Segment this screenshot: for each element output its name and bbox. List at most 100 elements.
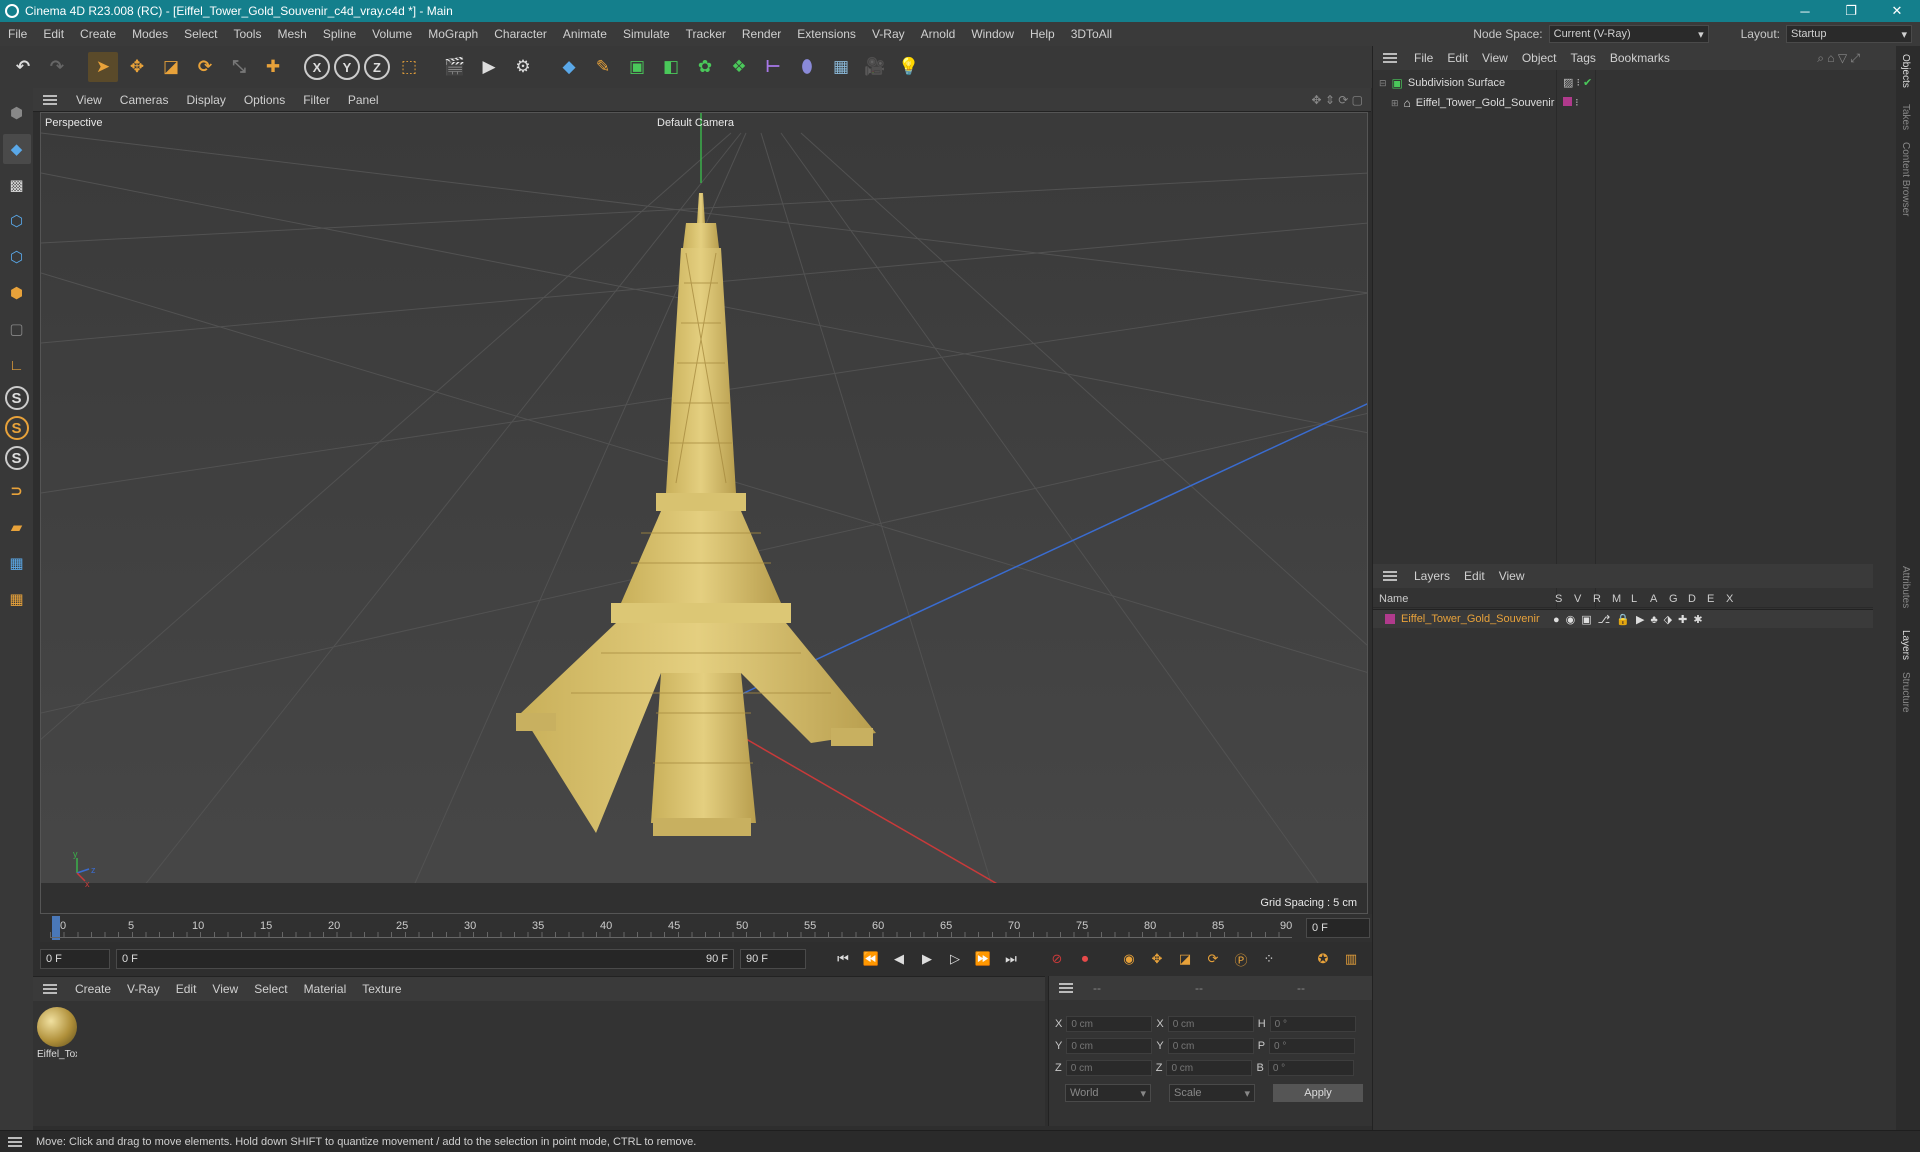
menu-simulate[interactable]: Simulate: [615, 27, 678, 41]
apply-button[interactable]: Apply: [1273, 1084, 1363, 1102]
menu-modes[interactable]: Modes: [124, 27, 176, 41]
objects-menu-file[interactable]: File: [1407, 51, 1440, 65]
layer-toggle-icons[interactable]: ●◉▣⎇🔒▶♣⬗✚✱: [1553, 613, 1709, 626]
polygons-mode-icon[interactable]: ⬢: [3, 278, 31, 308]
end-frame-field[interactable]: 90 F: [740, 949, 806, 969]
material-menu-texture[interactable]: Texture: [354, 982, 409, 996]
current-frame-field[interactable]: 0 F: [1306, 918, 1370, 938]
camera-label[interactable]: Default Camera: [657, 117, 734, 129]
menu-select[interactable]: Select: [176, 27, 225, 41]
move-icon[interactable]: ✥: [122, 52, 152, 82]
start-frame-field[interactable]: 0 F: [40, 949, 110, 969]
material-swatch[interactable]: Eiffel_Tox: [37, 1007, 77, 1060]
rotation-p-field[interactable]: 0 °: [1269, 1038, 1356, 1054]
tab-takes[interactable]: Takes: [1900, 104, 1911, 130]
key-param-icon[interactable]: Ⓟ: [1230, 948, 1252, 970]
object-row-eiffel[interactable]: ⊞ ⌂ Eiffel_Tower_Gold_Souvenir: [1391, 96, 1554, 110]
menu-volume[interactable]: Volume: [364, 27, 420, 41]
layer-manager-menu-icon[interactable]: [1383, 571, 1397, 581]
autokey-icon[interactable]: ⏺: [1074, 948, 1096, 970]
next-frame-icon[interactable]: ▷: [944, 948, 966, 970]
size-mode-dropdown[interactable]: Scale ▾: [1169, 1084, 1255, 1102]
viewport-menu-display[interactable]: Display: [177, 93, 234, 107]
preview-range-slider[interactable]: 0 F 90 F: [116, 949, 734, 969]
menu-file[interactable]: File: [0, 27, 35, 41]
pen-icon[interactable]: ✎: [588, 52, 618, 82]
material-menu-vray[interactable]: V-Ray: [119, 982, 168, 996]
viewport-menu-view[interactable]: View: [67, 93, 111, 107]
material-menu-view[interactable]: View: [204, 982, 246, 996]
menu-help[interactable]: Help: [1022, 27, 1063, 41]
camera-icon[interactable]: 🎥: [860, 52, 890, 82]
tab-objects[interactable]: Objects: [1900, 54, 1911, 88]
rotate-icon[interactable]: ⟳: [190, 52, 220, 82]
node-space-dropdown[interactable]: Current (V-Ray) ▾: [1548, 25, 1709, 43]
status-menu-icon[interactable]: [8, 1136, 22, 1147]
object-manager-tools-icons[interactable]: ⌕ ⌂ ▽ ⤢: [1817, 51, 1860, 66]
render-picture-viewer-icon[interactable]: ▶: [474, 52, 504, 82]
motion-system-icon[interactable]: ✪: [1312, 948, 1334, 970]
record-icon[interactable]: ⊘: [1046, 948, 1068, 970]
quantize-icon[interactable]: S: [4, 446, 29, 470]
viewport-nav-icons[interactable]: ✥ ⇕ ⟳ ▢: [1311, 93, 1363, 107]
menu-tools[interactable]: Tools: [225, 27, 269, 41]
rotation-b-field[interactable]: 0 °: [1267, 1060, 1354, 1076]
material-menu-icon[interactable]: [43, 984, 57, 994]
object-manager-menu-icon[interactable]: [1383, 53, 1397, 63]
material-menu-create[interactable]: Create: [67, 982, 119, 996]
material-menu-select[interactable]: Select: [246, 982, 295, 996]
expand-toggle-icon[interactable]: ⊞: [1391, 98, 1399, 109]
light-icon[interactable]: 💡: [894, 52, 924, 82]
render-settings-icon[interactable]: ⚙: [508, 52, 538, 82]
object-row-subdivision[interactable]: ⊟ ▣ Subdivision Surface: [1379, 76, 1505, 90]
layer-row[interactable]: Eiffel_Tower_Gold_Souvenir ●◉▣⎇🔒▶♣⬗✚✱: [1373, 610, 1873, 628]
close-button[interactable]: ✕: [1874, 0, 1920, 22]
material-menu-material[interactable]: Material: [296, 982, 355, 996]
goto-start-icon[interactable]: ⏮: [832, 948, 854, 970]
layers-menu-view[interactable]: View: [1492, 569, 1532, 583]
layers-menu-layers[interactable]: Layers: [1407, 569, 1457, 583]
layer-color-swatch[interactable]: [1385, 614, 1395, 624]
menu-3dtoall[interactable]: 3DToAll: [1063, 27, 1120, 41]
position-x-field[interactable]: 0 cm: [1066, 1016, 1153, 1032]
cube-icon[interactable]: ◆: [554, 52, 584, 82]
render-view-icon[interactable]: 🎬: [440, 52, 470, 82]
menu-arnold[interactable]: Arnold: [913, 27, 964, 41]
material-menu-edit[interactable]: Edit: [168, 982, 205, 996]
cloner-icon[interactable]: ✿: [690, 52, 720, 82]
menu-extensions[interactable]: Extensions: [789, 27, 864, 41]
subdivision-icon[interactable]: ▣: [622, 52, 652, 82]
menu-render[interactable]: Render: [734, 27, 789, 41]
menu-create[interactable]: Create: [72, 27, 124, 41]
locked-workplane-icon[interactable]: ▦: [3, 584, 31, 614]
objects-menu-view[interactable]: View: [1475, 51, 1515, 65]
prev-frame-icon[interactable]: ◀: [888, 948, 910, 970]
viewport-menu-filter[interactable]: Filter: [294, 93, 339, 107]
key-pla-icon[interactable]: ⁘: [1258, 948, 1280, 970]
workplane-icon[interactable]: ▰: [3, 512, 31, 542]
mograph-icon[interactable]: ❖: [724, 52, 754, 82]
timeline-window-icon[interactable]: ▥: [1340, 948, 1362, 970]
rotation-h-field[interactable]: 0 °: [1269, 1016, 1356, 1032]
keyframe-selection-icon[interactable]: ◉: [1118, 948, 1140, 970]
layers-menu-edit[interactable]: Edit: [1457, 569, 1492, 583]
objects-menu-tags[interactable]: Tags: [1564, 51, 1603, 65]
key-position-icon[interactable]: ✥: [1146, 948, 1168, 970]
coordinates-menu-icon[interactable]: [1059, 983, 1073, 993]
snap-icon[interactable]: S: [4, 386, 29, 410]
3d-viewport[interactable]: Perspective Default Camera Grid Spacing …: [40, 112, 1368, 914]
viewport-menu-panel[interactable]: Panel: [339, 93, 388, 107]
coordinate-system-icon[interactable]: ⬚: [394, 52, 424, 82]
expand-toggle-icon[interactable]: ⊟: [1379, 78, 1387, 89]
timeline-ruler[interactable]: 0 5 10 15 20 25 30 35 40 45 50 55 60 65 …: [40, 914, 1372, 942]
tab-layers[interactable]: Layers: [1900, 630, 1911, 660]
size-y-field[interactable]: 0 cm: [1167, 1038, 1254, 1054]
objects-menu-bookmarks[interactable]: Bookmarks: [1603, 51, 1677, 65]
coordinate-space-dropdown[interactable]: World ▾: [1065, 1084, 1151, 1102]
restore-button[interactable]: ❐: [1828, 0, 1874, 22]
viewport-menu-options[interactable]: Options: [235, 93, 294, 107]
select-arrow-icon[interactable]: ➤: [88, 52, 118, 82]
z-axis-lock-button[interactable]: Z: [364, 54, 390, 80]
make-editable-icon[interactable]: ⬢: [3, 98, 31, 128]
object-flags[interactable]: ▨ ⁝ ✔: [1563, 76, 1592, 89]
